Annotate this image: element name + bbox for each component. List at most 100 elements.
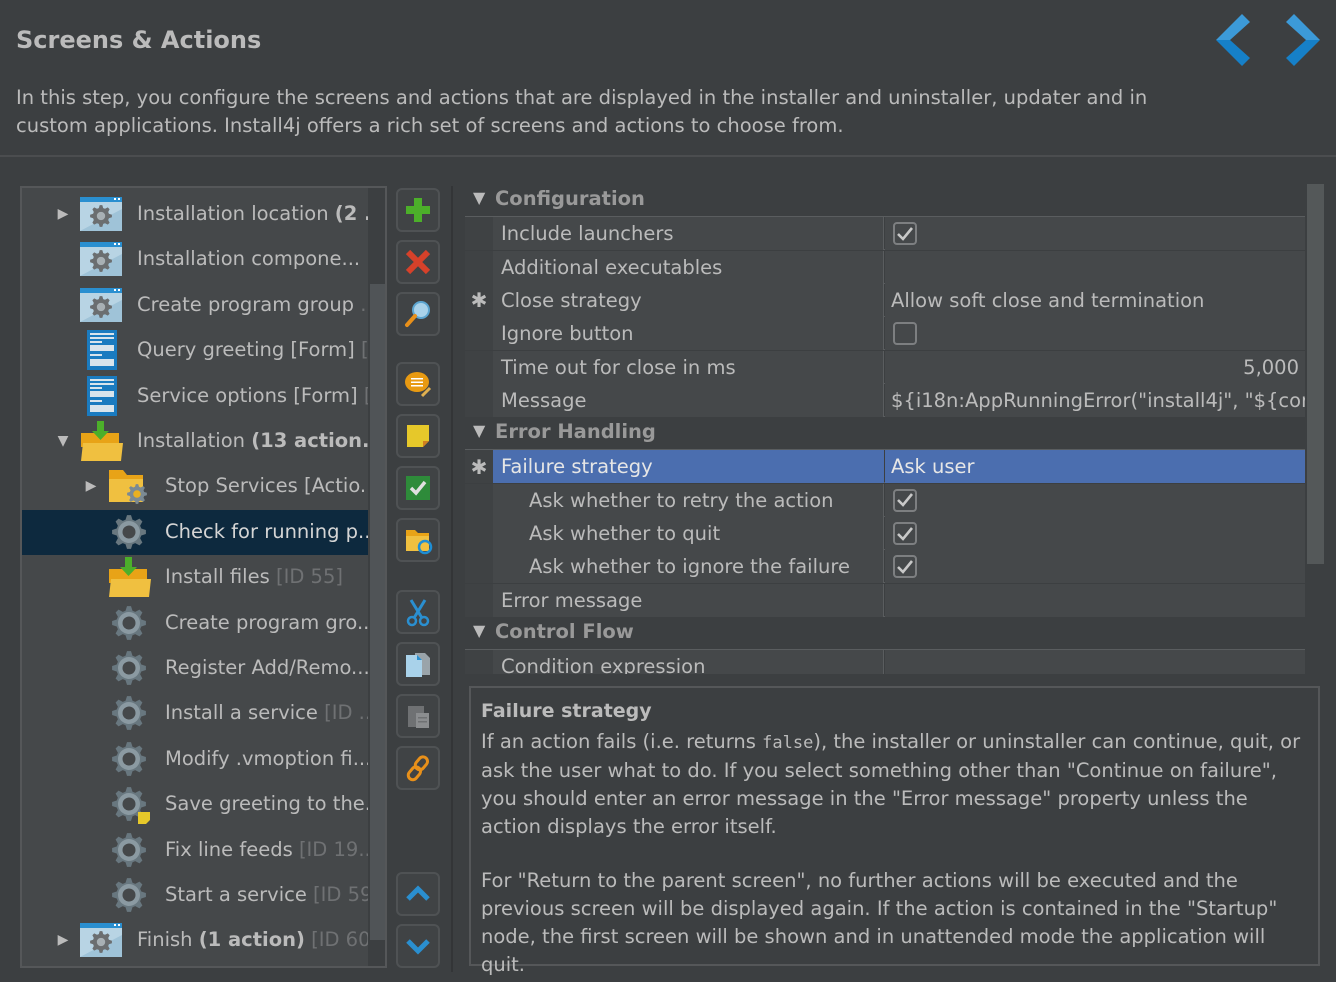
move-down-button[interactable]	[396, 924, 440, 968]
checkmark-icon	[403, 473, 433, 503]
property-category[interactable]: ▼ Error Handling	[465, 417, 1305, 451]
property-row[interactable]: ✱ Close strategy Allow soft close and term…	[465, 283, 1305, 317]
note-button[interactable]	[396, 414, 440, 458]
tree-item[interactable]: ▶ Stop Services [Actio...	[22, 464, 368, 509]
tree-item[interactable]: Install files [ID 55]	[22, 555, 368, 600]
tree-item[interactable]: Query greeting [Form] [...	[22, 328, 368, 373]
plus-icon	[403, 195, 433, 225]
add-button[interactable]	[396, 188, 440, 232]
link-button[interactable]	[396, 746, 440, 790]
property-value[interactable]: Ask user	[885, 450, 1305, 484]
tree-item-label: Fix line feeds [ID 19...	[165, 838, 368, 861]
help-panel: Failure strategy If an action fails (i.e…	[469, 686, 1320, 976]
property-value[interactable]: 5,000	[885, 350, 1305, 384]
property-row[interactable]: Include launchers	[465, 217, 1305, 251]
collapse-toggle-icon[interactable]: ▼	[473, 188, 485, 207]
property-category[interactable]: ▼ Control Flow	[465, 616, 1305, 650]
tree-item[interactable]: Service options [Form] [...	[22, 374, 368, 419]
property-name: Error message	[493, 583, 884, 617]
tree-item-label: Installation location (2 ...	[137, 202, 368, 225]
page-title: Screens & Actions	[16, 26, 262, 54]
tree-item[interactable]: Modify .vmoption fi...	[22, 737, 368, 782]
property-value[interactable]	[885, 517, 1305, 550]
tree-item-name: Service options [Form]	[137, 383, 358, 407]
property-row[interactable]: Condition expression	[465, 650, 1305, 674]
tree-item-label: Install files [ID 55]	[165, 565, 368, 588]
properties-scrollbar-thumb[interactable]	[1307, 184, 1324, 564]
move-up-button[interactable]	[396, 872, 440, 916]
tree-item-name: Modify .vmoption fi...	[165, 746, 368, 770]
property-row[interactable]: Time out for close in ms 5,000	[465, 350, 1305, 384]
property-checkbox[interactable]	[893, 522, 917, 545]
property-row[interactable]: Message ${i18n:AppRunningError("install4j…	[465, 383, 1305, 417]
property-checkbox[interactable]	[893, 488, 917, 512]
tree-item[interactable]: Start a service [ID 59]	[22, 873, 368, 918]
tree-item-id: [ID 55]	[275, 565, 343, 589]
property-row[interactable]: ✱ Failure strategy Ask user	[465, 450, 1305, 484]
tree-scrollbar-thumb[interactable]	[370, 284, 385, 940]
expand-toggle-icon[interactable]: ▶	[55, 932, 71, 948]
tree-item[interactable]: Installation compone...	[22, 237, 368, 282]
property-value[interactable]: Allow soft close and termination	[885, 283, 1305, 317]
group-button[interactable]	[396, 518, 440, 562]
property-checkbox[interactable]	[893, 555, 917, 579]
screen-gear-icon	[79, 239, 123, 279]
gear-icon	[107, 512, 151, 552]
collapse-toggle-icon[interactable]: ▼	[473, 421, 485, 440]
property-value[interactable]: ${i18n:AppRunningError("install4j", "${c…	[885, 383, 1305, 417]
expand-toggle-icon[interactable]: ▶	[55, 206, 71, 222]
property-category[interactable]: ▼ Configuration	[465, 184, 1305, 217]
tree-item[interactable]: Install a service [ID ...	[22, 691, 368, 736]
divider	[451, 186, 453, 972]
tree-item[interactable]: Create program group ...	[22, 283, 368, 328]
property-value[interactable]	[885, 583, 1305, 617]
tree-item[interactable]: ▶ Finish (1 action) [ID 60]	[22, 918, 368, 963]
property-value[interactable]	[885, 250, 1305, 284]
tree-item[interactable]: ▼ Installation (13 action...	[22, 419, 368, 464]
property-value[interactable]	[885, 317, 1305, 351]
tree-item[interactable]: Save greeting to the...	[22, 782, 368, 827]
delete-button[interactable]	[396, 240, 440, 284]
property-value[interactable]	[885, 650, 1305, 674]
form-icon	[79, 375, 123, 416]
properties-table[interactable]: ▼ Configuration Include launchers Additiona…	[465, 184, 1305, 674]
property-checkbox[interactable]	[893, 322, 917, 346]
tree-item-id: [ID 19...	[298, 837, 368, 861]
enable-button[interactable]	[396, 466, 440, 510]
screens-actions-tree[interactable]: ▶ Installation location (2 ... Installatio…	[20, 186, 387, 968]
gear-icon	[107, 830, 151, 870]
tree-item[interactable]: Check for running p...	[22, 509, 368, 555]
tree-item-name: Installation	[137, 429, 246, 452]
property-value[interactable]	[885, 217, 1305, 251]
header: Screens & Actions In this step, you conf…	[0, 0, 1336, 157]
property-row[interactable]: Ask whether to ignore the failure	[465, 550, 1305, 584]
next-button[interactable]	[1282, 12, 1322, 68]
tree-item[interactable]: Register Add/Remo...	[22, 646, 368, 691]
property-row[interactable]: Ask whether to retry the action	[465, 483, 1305, 517]
comment-button[interactable]	[396, 362, 440, 406]
search-button[interactable]	[396, 292, 440, 336]
tree-item[interactable]: ▶ Installation location (2 ...	[22, 192, 368, 237]
screen-gear-icon	[79, 920, 123, 960]
paste-button[interactable]	[396, 694, 440, 738]
property-row[interactable]: Ignore button	[465, 317, 1305, 351]
property-value[interactable]	[885, 483, 1305, 517]
property-row[interactable]: Error message	[465, 583, 1305, 617]
row-gutter	[465, 217, 493, 251]
copy-button[interactable]	[396, 642, 440, 686]
property-name: Message	[493, 383, 884, 417]
expand-toggle-icon[interactable]: ▶	[83, 478, 99, 494]
property-checkbox[interactable]	[893, 222, 917, 246]
collapse-toggle-icon[interactable]: ▼	[473, 621, 485, 640]
property-row[interactable]: Additional executables	[465, 250, 1305, 284]
screen-gear-icon	[79, 285, 123, 325]
back-button[interactable]	[1214, 12, 1254, 68]
property-row[interactable]: Ask whether to quit	[465, 517, 1305, 550]
tree-item-name: Create program gro...	[165, 610, 368, 634]
cut-button[interactable]	[396, 590, 440, 634]
tree-item[interactable]: Create program gro...	[22, 601, 368, 646]
collapse-toggle-icon[interactable]: ▼	[55, 433, 71, 449]
property-value[interactable]	[885, 550, 1305, 584]
tree-item[interactable]: Fix line feeds [ID 19...	[22, 828, 368, 873]
help-paragraph-1: If an action fails (i.e. returns false),…	[481, 728, 1308, 841]
